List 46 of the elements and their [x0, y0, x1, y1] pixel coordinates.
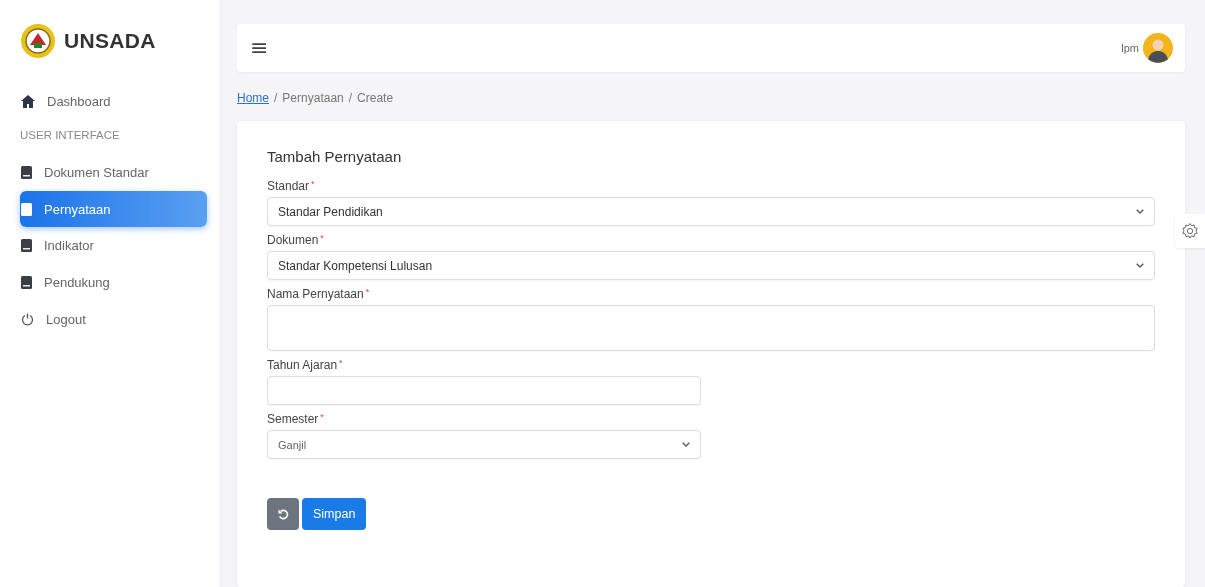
required-mark: * [311, 179, 315, 191]
book-icon [21, 276, 32, 289]
input-field[interactable] [267, 376, 701, 405]
form-title: Tambah Pernyataan [267, 148, 403, 165]
breadcrumb-link[interactable]: Home [237, 91, 269, 105]
book-icon [21, 202, 32, 216]
home-icon [21, 95, 35, 108]
sidebar-item[interactable]: Indikator [20, 227, 207, 264]
field-label: Standar [267, 179, 310, 193]
breadcrumb-separator: / [274, 91, 278, 105]
breadcrumb-item: Create [357, 91, 394, 105]
save-button[interactable]: Simpan [302, 498, 367, 530]
undo-icon [277, 508, 289, 520]
select-field[interactable]: Standar Kompetensi Lulusan [267, 251, 1155, 280]
section-heading: USER INTERFACE [20, 128, 121, 143]
required-mark: * [365, 287, 370, 299]
avatar-icon[interactable] [1143, 33, 1173, 63]
menu-button[interactable]: ≡ [250, 37, 269, 59]
sidebar-item[interactable]: Dokumen Standar [20, 154, 207, 191]
sidebar-item[interactable]: Dashboard [20, 83, 207, 120]
field-label: Nama Pernyataan [267, 287, 364, 301]
sidebar-item[interactable]: Logout [20, 301, 207, 338]
settings-icon [1181, 222, 1199, 240]
sidebar-item[interactable]: Pendukung [20, 264, 207, 301]
settings-tab[interactable] [1175, 214, 1205, 248]
chevron-down-icon [682, 442, 690, 447]
breadcrumb-item: Pernyataan [282, 91, 344, 105]
brand-name: UNSADA [64, 29, 156, 53]
select-field[interactable]: Ganjil [267, 430, 701, 459]
select-field[interactable]: Standar Pendidikan [267, 197, 1155, 226]
chevron-down-icon [1136, 209, 1144, 214]
user-name: lpm [1121, 42, 1139, 54]
power-icon [21, 313, 34, 326]
chevron-down-icon [1136, 263, 1144, 268]
field-label: Dokumen [267, 233, 319, 247]
book-icon [21, 166, 32, 179]
required-mark: * [320, 233, 324, 245]
field-label: Semester [267, 412, 319, 426]
breadcrumb-separator: / [348, 91, 353, 105]
required-mark: * [339, 358, 343, 370]
logo-icon [20, 23, 56, 59]
sidebar-item[interactable]: Pernyataan [20, 191, 207, 227]
book-icon [21, 239, 32, 252]
reset-button[interactable] [267, 498, 299, 530]
field-label: Tahun Ajaran [267, 358, 338, 372]
required-mark: * [320, 412, 324, 424]
